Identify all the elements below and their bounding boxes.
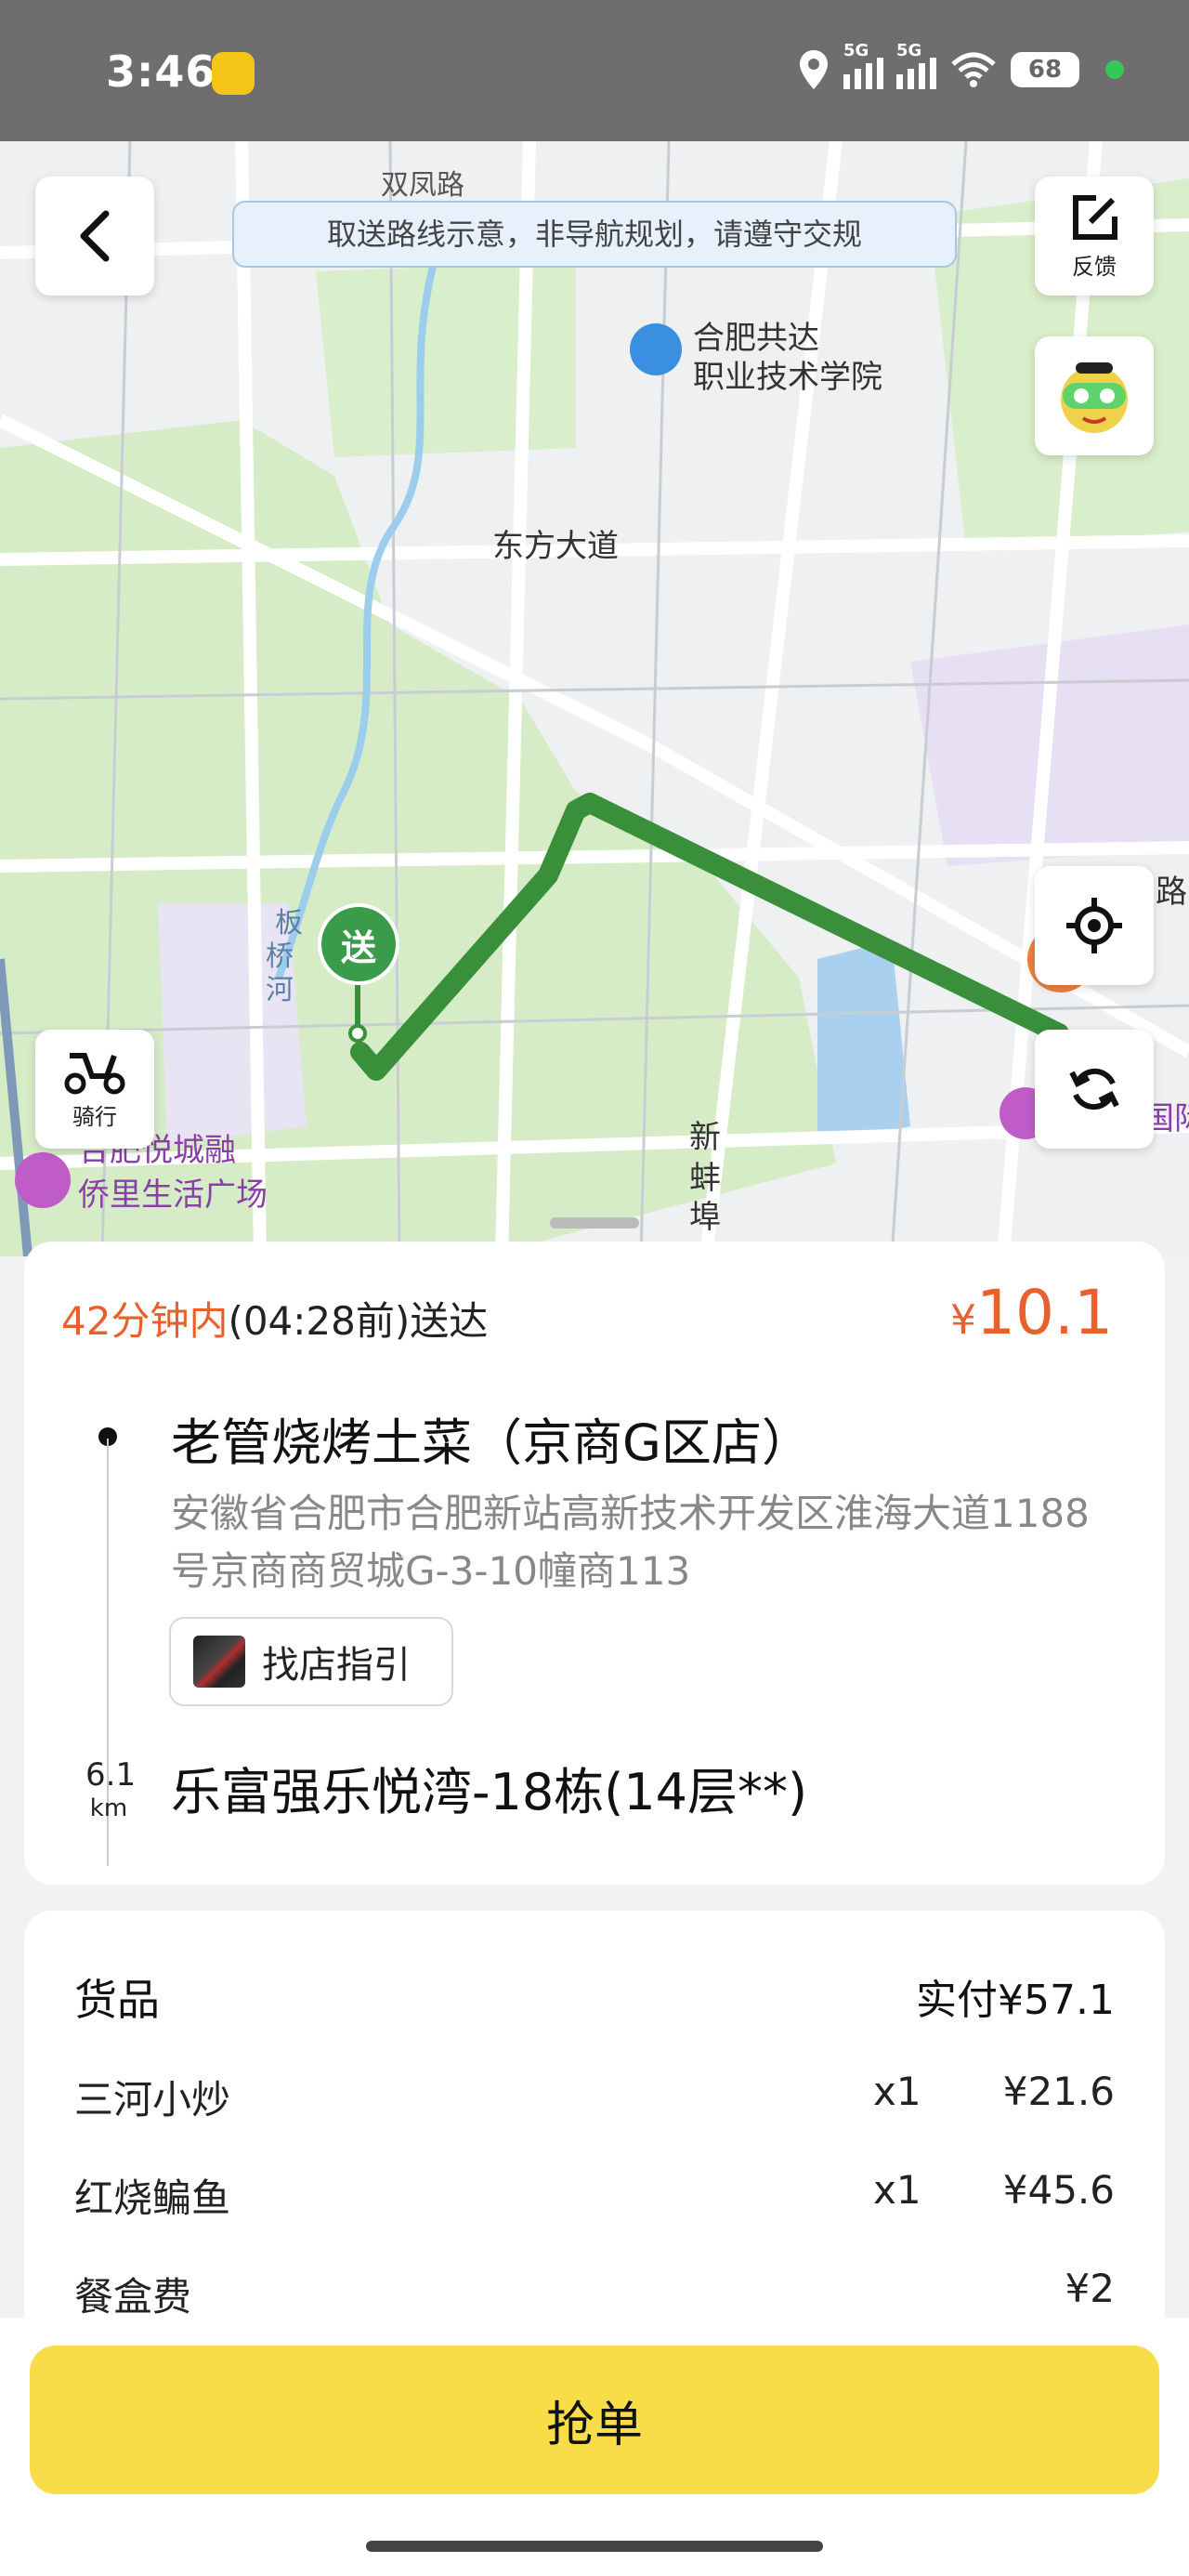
scooter-icon (64, 1052, 125, 1094)
map-label-avenue: 东方大道 (492, 528, 619, 565)
map-label-mall-2: 侨里生活广场 (78, 1176, 268, 1214)
refresh-icon (1069, 1068, 1119, 1111)
eta-detail: (04:28前)送达 (228, 1298, 489, 1344)
map-label-school-2: 职业技术学院 (693, 359, 882, 396)
status-icons: 5G 5G 68 (797, 41, 1124, 91)
signal-icon-1: 5G (843, 41, 883, 89)
chevron-left-icon (80, 210, 110, 262)
grab-order-button[interactable]: 抢单 (30, 2346, 1159, 2494)
goods-item: 红烧鳊鱼 x1 ¥45.6 (74, 2167, 1115, 2223)
goods-item-price: ¥2 (1065, 2266, 1115, 2311)
goods-item: 餐盒费 ¥2 (74, 2266, 1115, 2321)
delivery-marker-label: 送 (340, 927, 376, 968)
shop-name: 老管烧烤土菜（京商G区店） (171, 1413, 812, 1472)
paid-total: 实付¥57.1 (916, 1977, 1115, 2024)
goods-item-price: ¥45.6 (1002, 2167, 1115, 2213)
map-label-right-2: 路 (1156, 874, 1187, 911)
bottom-action-bar: 抢单 (0, 2318, 1189, 2576)
eta-time: 42分钟内 (61, 1298, 229, 1344)
feedback-button[interactable]: 反馈 (1035, 177, 1154, 296)
price-symbol: ¥ (950, 1296, 977, 1344)
status-time: 3:46 (106, 46, 216, 97)
goods-item-name: 餐盒费 (74, 2274, 192, 2320)
shop-thumbnail (193, 1636, 245, 1688)
edit-icon (1073, 194, 1117, 240)
delivery-distance: 6.1 km (85, 1756, 137, 1825)
status-bar: 3:46 5G 5G 68 (0, 0, 1189, 141)
delivery-marker: 送 (318, 903, 399, 985)
locate-button[interactable] (1035, 866, 1154, 985)
destination-address: 乐富强乐悦湾-18栋(14层**) (171, 1763, 808, 1821)
goods-item: 三河小炒 x1 ¥21.6 (74, 2069, 1115, 2124)
assistant-mascot-button[interactable] (1035, 336, 1154, 455)
goods-header: 货品 (74, 1975, 160, 2025)
goods-item-qty: x1 (873, 2167, 921, 2213)
home-indicator[interactable] (366, 2541, 823, 2552)
location-icon (800, 50, 828, 89)
signal-icon-2: 5G (896, 41, 936, 89)
feedback-label: 反馈 (1072, 253, 1117, 280)
price-value: 10.1 (976, 1277, 1113, 1348)
map-label-river-3: 河 (266, 974, 294, 1006)
map-label-xinbeng-3: 埠 (689, 1199, 721, 1236)
route-notice: 取送路线示意，非导航规划，请遵守交规 (232, 201, 957, 268)
goods-item-price: ¥21.6 (1002, 2069, 1115, 2114)
goods-item-qty: x1 (873, 2069, 921, 2114)
refresh-button[interactable] (1035, 1030, 1154, 1149)
battery-indicator: 68 (1011, 52, 1079, 87)
route-map[interactable]: 双凤路 合肥共达 职业技术学院 东方大道 板 桥 河 合肥悦城融 侨里生活广场 … (0, 141, 1189, 1256)
order-card: 42分钟内(04:28前)送达 ¥10.1 老管烧烤土菜（京商G区店） 安徽省合… (24, 1242, 1165, 1885)
crosshair-icon (1066, 898, 1122, 953)
distance-value: 6.1 (85, 1756, 137, 1794)
delivery-eta: 42分钟内(04:28前)送达 (61, 1290, 488, 1347)
find-shop-guide-button[interactable]: 找店指引 (169, 1617, 453, 1706)
shop-address: 安徽省合肥市合肥新站高新技术开发区淮海大道1188号京商商贸城G-3-10幢商1… (171, 1491, 1090, 1594)
map-background (0, 141, 1189, 1256)
goods-item-name: 红烧鳊鱼 (74, 2175, 231, 2221)
back-button[interactable] (35, 177, 154, 296)
map-label-road: 双凤路 (381, 169, 464, 202)
ride-mode-label: 骑行 (72, 1103, 117, 1130)
ride-mode-button[interactable]: 骑行 (35, 1030, 154, 1149)
goods-item-name: 三河小炒 (74, 2077, 231, 2123)
wifi-icon (951, 52, 996, 87)
order-price: ¥10.1 (950, 1277, 1113, 1348)
app-notification-icon (212, 52, 255, 95)
mascot-icon (1061, 362, 1128, 433)
find-shop-guide-label: 找店指引 (262, 1644, 411, 1687)
map-label-xinbeng-1: 新 (689, 1119, 721, 1156)
distance-unit: km (89, 1794, 128, 1822)
privacy-dot (1105, 60, 1124, 79)
sheet-drag-handle[interactable] (550, 1217, 639, 1229)
